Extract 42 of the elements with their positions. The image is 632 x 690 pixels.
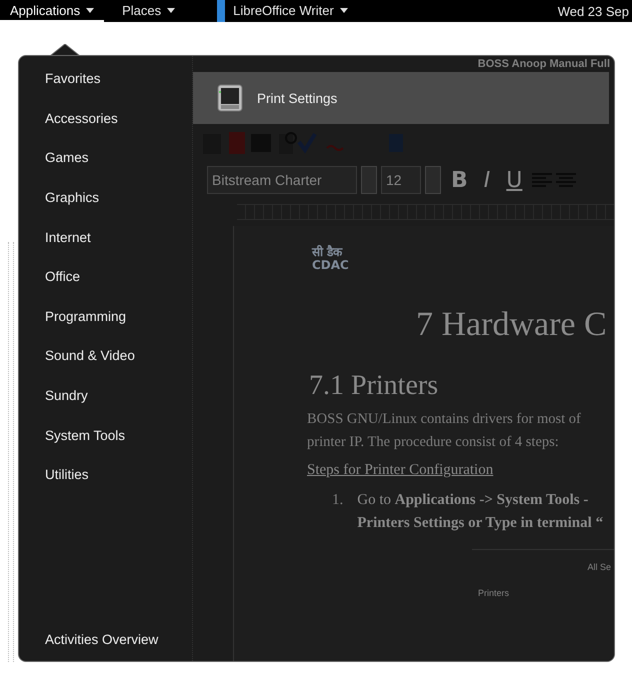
clock[interactable]: Wed 23 Sep xyxy=(558,4,629,18)
logo-text: CDAC xyxy=(312,259,349,272)
list-number: 1. xyxy=(332,491,344,510)
category-item[interactable]: System Tools xyxy=(45,415,192,455)
font-name-field[interactable]: Bitstream Charter xyxy=(207,166,357,194)
category-item[interactable]: Graphics xyxy=(45,178,192,218)
caret-icon xyxy=(167,8,176,12)
app-icon xyxy=(217,0,226,22)
category-item[interactable]: Accessories xyxy=(45,98,192,138)
paragraph-line: printer IP. The procedure consist of 4 steps: xyxy=(307,433,560,452)
chapter-heading: 7 Hardware C xyxy=(416,306,607,344)
caret-icon xyxy=(340,8,348,12)
category-item[interactable]: Programming xyxy=(45,296,192,336)
screenshot-label: Printers xyxy=(477,588,510,598)
category-item[interactable]: Games xyxy=(45,138,192,178)
list-item-line: Go to Applications -> System Tools - xyxy=(357,491,590,510)
screenshot-header: All Se xyxy=(587,562,612,572)
app-menu[interactable]: LibreOffice Writer xyxy=(225,0,358,22)
format-button[interactable]: B xyxy=(445,168,474,192)
category-item[interactable]: Favorites xyxy=(45,59,192,99)
paragraph-line: BOSS GNU/Linux contains drivers for most of xyxy=(307,410,581,430)
format-button[interactable]: I xyxy=(478,168,496,192)
printer-icon xyxy=(217,84,243,112)
document-title: BOSS Anoop Manual Full xyxy=(478,57,611,72)
category-item[interactable]: Sundry xyxy=(45,376,192,416)
activities-overview-item[interactable]: Activities Overview xyxy=(45,619,158,659)
caret-icon xyxy=(86,8,94,12)
category-item[interactable]: Sound & Video xyxy=(45,336,192,376)
dropdown-button[interactable] xyxy=(425,166,441,194)
app-item[interactable]: Print Settings xyxy=(193,72,609,124)
category-item[interactable]: Internet xyxy=(45,217,192,257)
top-bar-menu[interactable]: Applications xyxy=(0,0,104,22)
logo-text: सी डैक xyxy=(312,246,344,260)
category-item[interactable]: Utilities xyxy=(45,454,192,495)
format-button[interactable]: U xyxy=(500,168,528,192)
list-item-line: Printers Settings or Type in terminal “ xyxy=(357,514,604,534)
top-bar-menu[interactable]: Places xyxy=(112,0,186,22)
subheading: Steps for Printer Configuration xyxy=(307,462,494,480)
dropdown-button[interactable] xyxy=(361,166,377,194)
section-heading: 7.1 Printers xyxy=(309,370,438,402)
category-item[interactable]: Office xyxy=(45,256,192,297)
font-size-field[interactable]: 12 xyxy=(381,166,421,194)
